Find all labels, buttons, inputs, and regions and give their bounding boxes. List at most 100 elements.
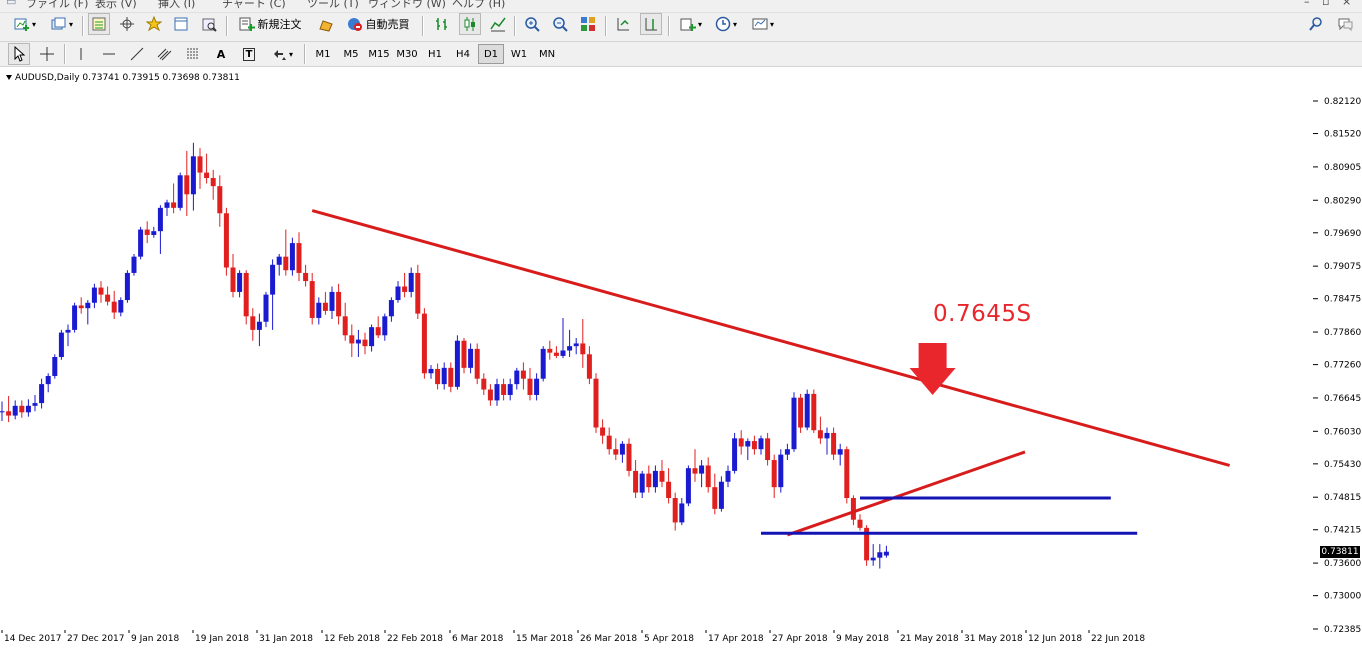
timeframe-m1[interactable]: M1 bbox=[310, 44, 336, 64]
timeframe-m15[interactable]: M15 bbox=[366, 44, 392, 64]
text-label-icon: T bbox=[242, 47, 256, 61]
bear-candle bbox=[626, 443, 632, 471]
line-chart-button[interactable] bbox=[487, 13, 509, 35]
x-tick-label: 26 Mar 2018 bbox=[580, 634, 637, 644]
timeframe-w1[interactable]: W1 bbox=[506, 44, 532, 64]
x-tick-label: 22 Feb 2018 bbox=[387, 634, 443, 644]
arrows-button[interactable]: ▾ bbox=[266, 43, 298, 65]
chart-shift-button[interactable] bbox=[640, 13, 662, 35]
x-tick-label: 6 Mar 2018 bbox=[452, 634, 504, 644]
app-icon: ▭ bbox=[6, 0, 17, 8]
new-order-button[interactable]: 新規注文 bbox=[233, 13, 307, 35]
bear-candle bbox=[501, 384, 507, 395]
menu-tools[interactable]: ツール (T) bbox=[307, 0, 359, 11]
minimize-button[interactable]: – bbox=[1304, 0, 1310, 8]
bull-candle bbox=[699, 465, 705, 474]
bar-chart-button[interactable] bbox=[431, 13, 453, 35]
bear-candle bbox=[362, 339, 368, 347]
chevron-down-icon: ▾ bbox=[31, 19, 36, 29]
text-label-button[interactable]: T bbox=[238, 43, 260, 65]
bull-candle bbox=[725, 470, 731, 482]
autoscroll-icon bbox=[617, 18, 629, 31]
bull-candle bbox=[408, 272, 414, 292]
horizontal-line-button[interactable] bbox=[98, 43, 120, 65]
restore-button[interactable]: ▫ bbox=[1322, 0, 1329, 8]
chart-window[interactable]: 0.82120 0.81520 0.80905 0.80290 0.79690 0.790… bbox=[0, 67, 1362, 652]
timeframe-m30[interactable]: M30 bbox=[394, 44, 420, 64]
bull-candle bbox=[791, 397, 797, 450]
metaeditor-button[interactable] bbox=[314, 13, 338, 35]
market-watch-button[interactable] bbox=[88, 13, 110, 35]
bear-candle bbox=[349, 335, 355, 344]
drawing-toolbar: A T ▾ M1 M5 M15 M30 H1 H4 D1 W1 MN bbox=[0, 42, 1362, 67]
equidistant-channel-icon bbox=[157, 48, 172, 61]
timeframe-m5[interactable]: M5 bbox=[338, 44, 364, 64]
bear-candle bbox=[421, 313, 427, 374]
fibonacci-button[interactable] bbox=[182, 43, 204, 65]
bull-candle bbox=[12, 405, 18, 416]
zoom-out-button[interactable] bbox=[549, 13, 571, 35]
tile-icon bbox=[581, 17, 595, 31]
timeframe-h4[interactable]: H4 bbox=[450, 44, 476, 64]
autoscroll-button[interactable] bbox=[612, 13, 634, 35]
strategy-tester-icon bbox=[202, 18, 217, 32]
strategy-tester-button[interactable] bbox=[198, 13, 220, 35]
arrows-icon bbox=[273, 50, 286, 60]
price-annotation-text: 0.7645S bbox=[933, 301, 1032, 327]
favorites-button[interactable] bbox=[143, 13, 165, 35]
bear-candle bbox=[342, 316, 348, 336]
bull-candle bbox=[540, 348, 546, 379]
templates-button[interactable]: ▾ bbox=[746, 13, 780, 35]
bull-candle bbox=[39, 384, 45, 404]
menu-insert[interactable]: 挿入 (I) bbox=[158, 0, 195, 11]
bull-candle bbox=[263, 294, 269, 322]
timeframe-mn[interactable]: MN bbox=[534, 44, 560, 64]
crosshair-button[interactable] bbox=[36, 43, 58, 65]
timeframe-h1[interactable]: H1 bbox=[422, 44, 448, 64]
bull-candle bbox=[534, 378, 540, 395]
vertical-line-button[interactable] bbox=[70, 43, 92, 65]
zoom-in-button[interactable] bbox=[521, 13, 543, 35]
bear-candle bbox=[322, 302, 328, 311]
chat-button[interactable] bbox=[1333, 13, 1357, 35]
tile-button[interactable] bbox=[577, 13, 599, 35]
channel-button[interactable] bbox=[154, 43, 176, 65]
search-button[interactable] bbox=[1306, 13, 1326, 35]
data-window-button[interactable] bbox=[170, 13, 192, 35]
bull-candle bbox=[151, 231, 157, 235]
close-button[interactable]: × bbox=[1342, 0, 1351, 8]
bull-candle bbox=[718, 481, 724, 509]
new-chart-button[interactable]: ▾ bbox=[6, 13, 44, 35]
indicators-button[interactable]: ▾ bbox=[675, 13, 707, 35]
bear-candle bbox=[303, 272, 309, 282]
profiles-button[interactable]: ▾ bbox=[46, 13, 78, 35]
bull-candle bbox=[190, 156, 196, 195]
bull-candle bbox=[52, 357, 58, 376]
price-chart[interactable]: 0.82120 0.81520 0.80905 0.80290 0.79690 0.790… bbox=[0, 67, 1362, 652]
menu-chart[interactable]: チャート (C) bbox=[222, 0, 286, 11]
y-tick-label: 0.73000 bbox=[1324, 592, 1361, 602]
bear-candle bbox=[672, 498, 678, 523]
vertical-line-icon bbox=[80, 48, 82, 60]
periods-button[interactable]: ▾ bbox=[710, 13, 742, 35]
timeframe-d1[interactable]: D1 bbox=[478, 44, 504, 64]
bull-candle bbox=[276, 256, 282, 265]
bear-candle bbox=[217, 186, 223, 214]
search-icon bbox=[1309, 17, 1322, 31]
menu-help[interactable]: ヘルプ (H) bbox=[452, 0, 505, 11]
cursor-button[interactable] bbox=[8, 43, 30, 65]
symbol-info-text: AUDUSD,Daily 0.73741 0.73915 0.73698 0.7… bbox=[15, 73, 240, 83]
menu-window[interactable]: ウィンドウ (W) bbox=[368, 0, 446, 11]
menu-view[interactable]: 表示 (V) bbox=[95, 0, 137, 11]
bear-candle bbox=[375, 327, 381, 336]
data-window-icon bbox=[174, 17, 188, 31]
text-button[interactable]: A bbox=[210, 43, 232, 65]
bear-candle bbox=[850, 498, 856, 520]
navigator-button[interactable] bbox=[116, 13, 138, 35]
autotrade-button[interactable]: 自動売買 bbox=[341, 13, 415, 35]
y-tick-label: 0.76030 bbox=[1324, 427, 1361, 437]
bull-candle bbox=[388, 300, 394, 317]
candlestick-button[interactable] bbox=[459, 13, 481, 35]
menu-file[interactable]: ファイル (F) bbox=[26, 0, 88, 11]
trendline-button[interactable] bbox=[126, 43, 148, 65]
